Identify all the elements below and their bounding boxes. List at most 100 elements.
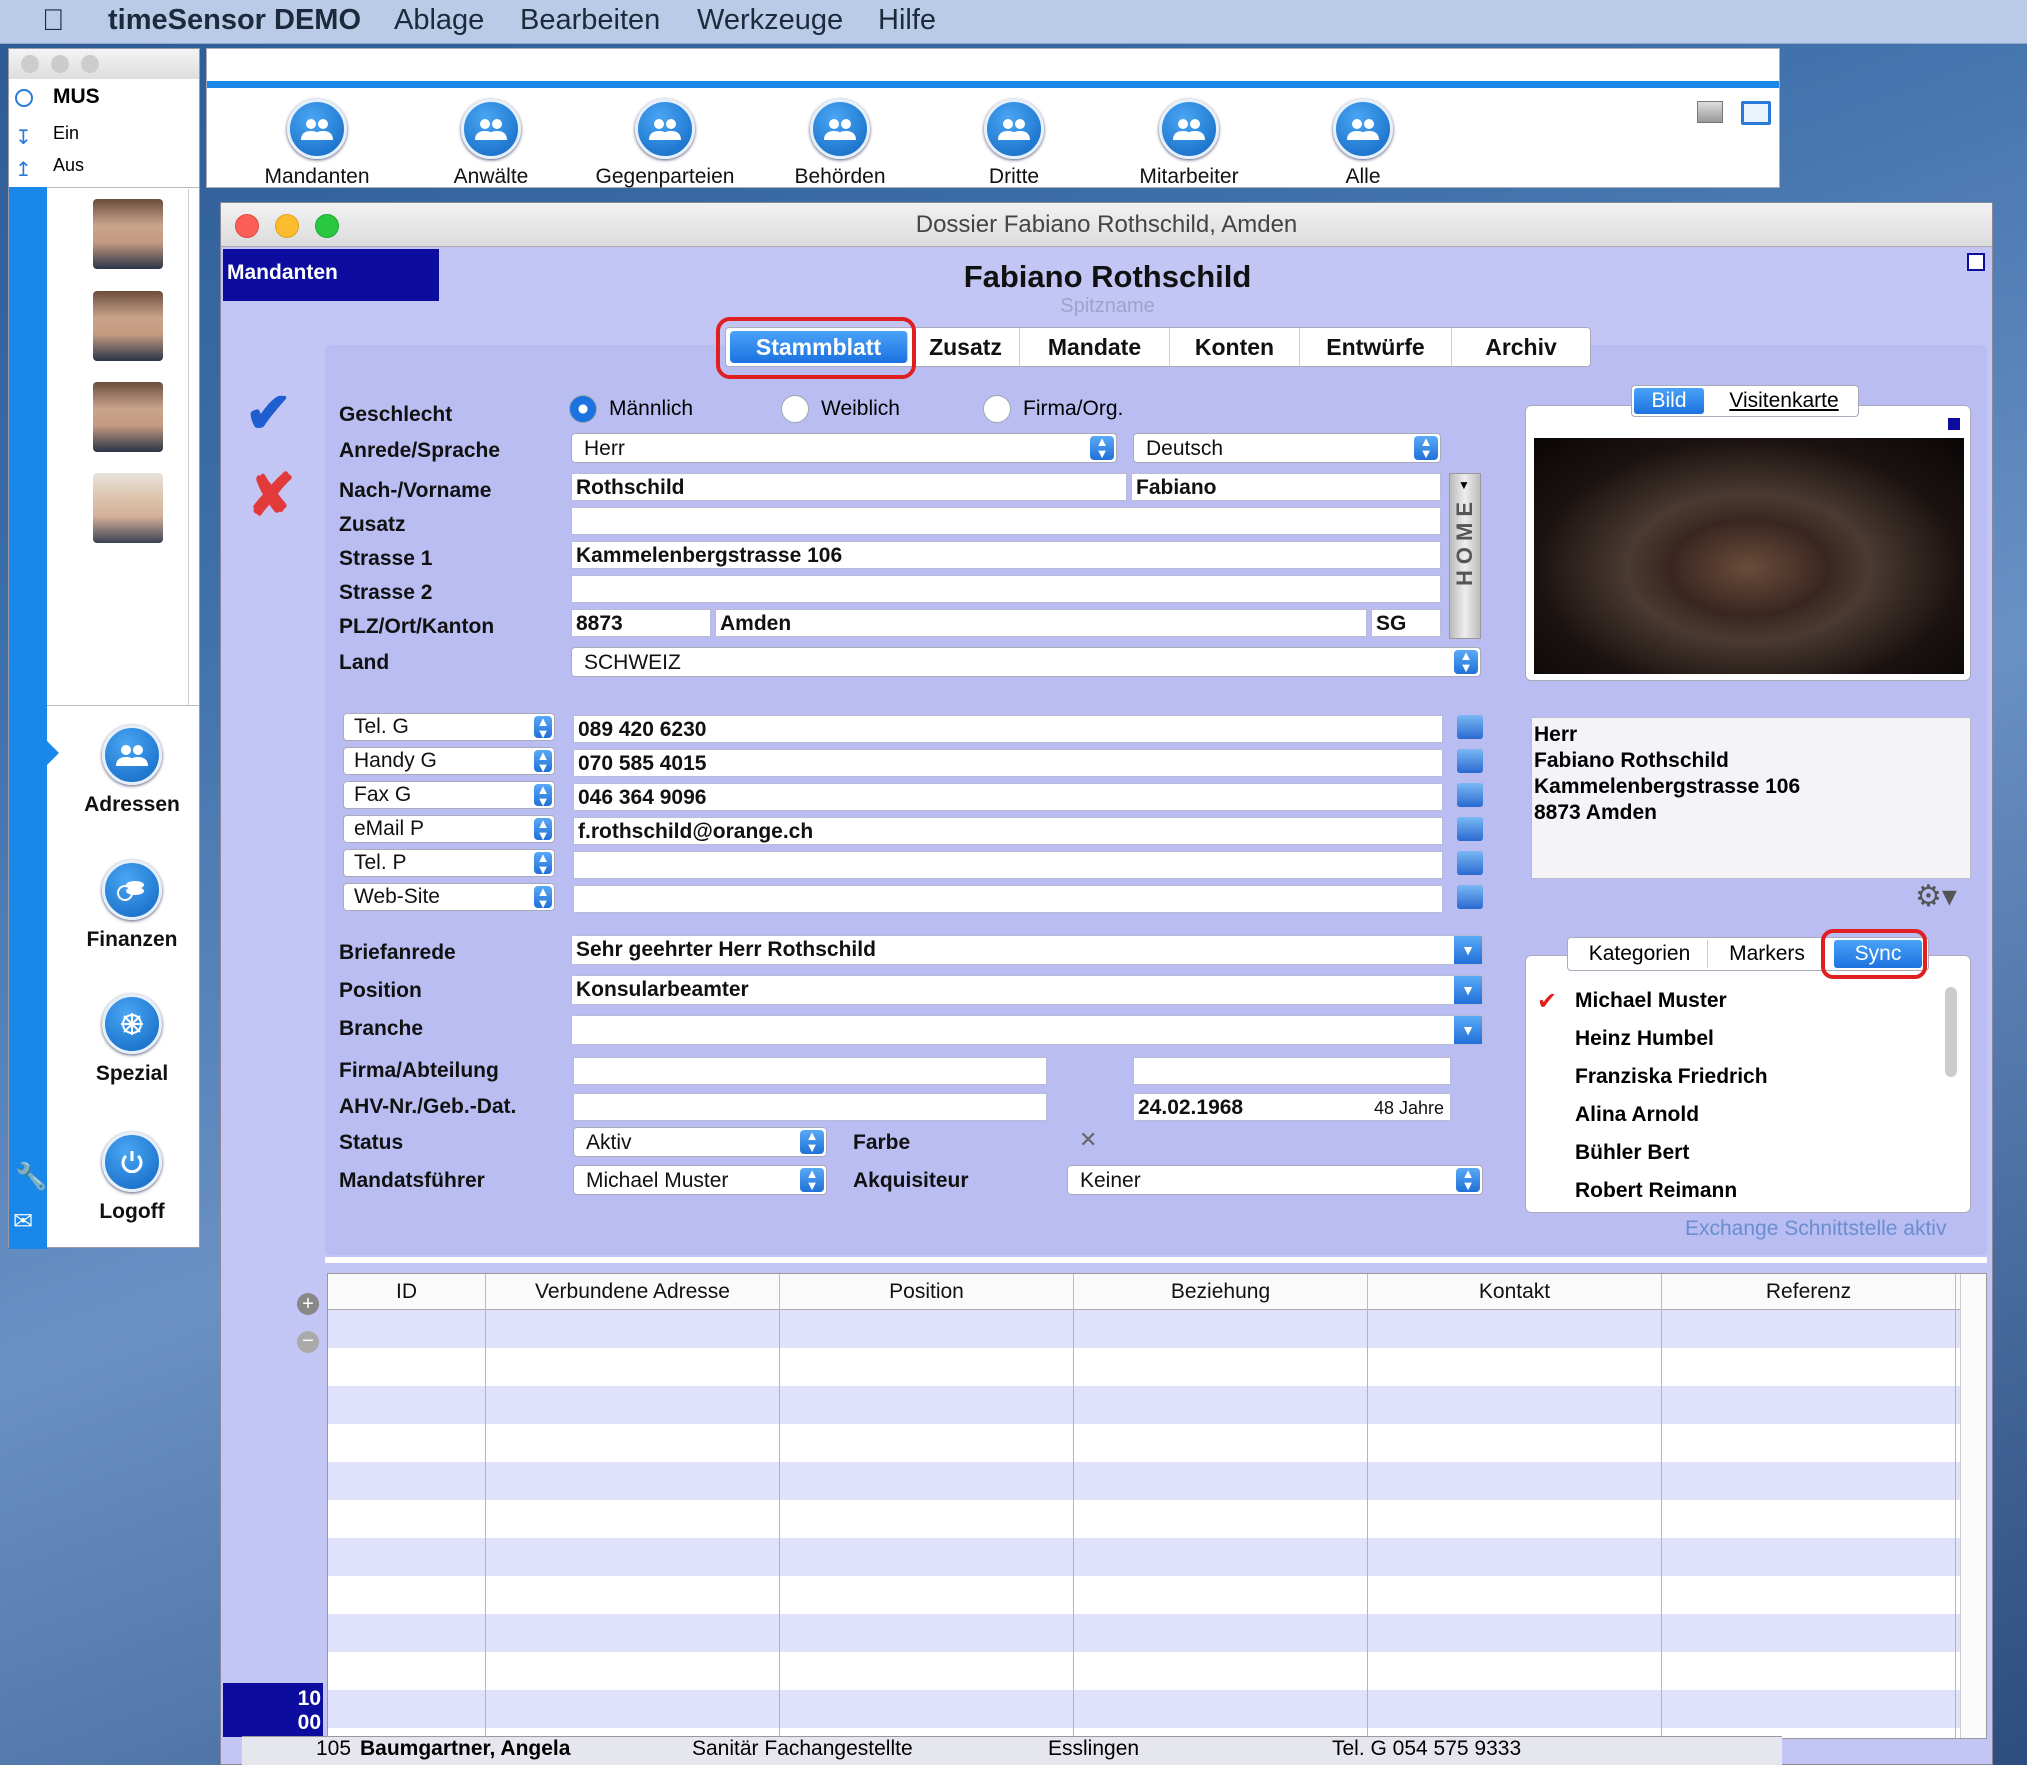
nickname-field[interactable]: Spitzname	[221, 295, 1994, 318]
last-name-field[interactable]: Rothschild	[571, 473, 1127, 501]
contact-type-select[interactable]: Tel. G ▲ ▼	[343, 713, 555, 741]
tab-entwuerfe[interactable]: Entwürfe	[1300, 328, 1452, 366]
apple-icon[interactable]: 	[42, 4, 65, 38]
table-row[interactable]	[328, 1690, 1960, 1728]
table-row[interactable]	[328, 1310, 1960, 1348]
nav-logoff[interactable]: Logoff	[57, 1132, 207, 1224]
first-name-field[interactable]: Fabiano	[1131, 473, 1441, 501]
clock-out-button[interactable]: Aus	[53, 155, 84, 176]
tab-konten[interactable]: Konten	[1170, 328, 1300, 366]
salutation-select[interactable]: Herr ▲ ▼	[571, 433, 1117, 463]
status-select[interactable]: Aktiv ▲ ▼	[573, 1127, 827, 1157]
table-row[interactable]	[328, 1538, 1960, 1576]
table-row[interactable]	[328, 1500, 1960, 1538]
contact-type-select[interactable]: Web-Site ▲ ▼	[343, 883, 555, 911]
column-header[interactable]: Beziehung	[1074, 1274, 1368, 1310]
contact-value-field[interactable]	[573, 851, 1443, 879]
contact-value-field[interactable]	[573, 885, 1443, 913]
branch-field[interactable]: ▼	[571, 1015, 1483, 1045]
checkmark-icon[interactable]: ✔	[245, 385, 292, 441]
tab-bild[interactable]: Bild	[1634, 388, 1704, 414]
table-row[interactable]	[328, 1386, 1960, 1424]
nav-adressen[interactable]: Adressen	[57, 725, 207, 817]
sync-list-item[interactable]: Alina Arnold	[1575, 1103, 1699, 1127]
column-header[interactable]: Kontakt	[1368, 1274, 1662, 1310]
radio-female[interactable]	[781, 395, 809, 423]
address-type-toggle[interactable]: ▼ HOME	[1449, 473, 1481, 639]
scrollbar[interactable]	[1960, 1274, 1986, 1738]
globe-icon[interactable]	[1457, 885, 1483, 909]
scrollbar[interactable]	[1945, 987, 1957, 1077]
add-icon[interactable]: +	[297, 1293, 319, 1315]
table-row[interactable]	[328, 1462, 1960, 1500]
sync-list-item[interactable]: Bühler Bert	[1575, 1141, 1689, 1165]
position-field[interactable]: Konsularbeamter ▼	[571, 975, 1483, 1005]
fax-icon[interactable]	[1457, 783, 1483, 807]
contact-photo[interactable]	[1534, 438, 1964, 674]
mail-icon[interactable]: ✉	[13, 1207, 33, 1236]
gear-icon[interactable]: ⚙▾	[1915, 879, 1957, 914]
tab-zusatz[interactable]: Zusatz	[912, 328, 1020, 366]
contact-type-select[interactable]: Handy G ▲ ▼	[343, 747, 555, 775]
language-select[interactable]: Deutsch ▲ ▼	[1133, 433, 1441, 463]
window-toggle-icon[interactable]	[1967, 253, 1985, 271]
menu-ablage[interactable]: Ablage	[394, 4, 484, 37]
table-row[interactable]	[328, 1652, 1960, 1690]
tab-markers[interactable]: Markers	[1708, 940, 1826, 968]
contact-type-select[interactable]: Fax G ▲ ▼	[343, 781, 555, 809]
contact-value-field[interactable]: f.rothschild@orange.ch	[573, 817, 1443, 845]
wrench-icon[interactable]: 🔧	[15, 1161, 47, 1192]
contact-value-field[interactable]: 070 585 4015	[573, 749, 1443, 777]
nav-spezial[interactable]: Spezial	[57, 994, 207, 1086]
zip-field[interactable]: 8873	[571, 609, 711, 637]
column-header[interactable]: Referenz	[1662, 1274, 1956, 1310]
table-row[interactable]	[328, 1348, 1960, 1386]
clock-in-button[interactable]: Ein	[53, 123, 79, 144]
sync-list-item[interactable]: Michael Muster	[1575, 989, 1727, 1013]
clear-color-icon[interactable]: ✕	[1079, 1127, 1097, 1153]
contact-type-select[interactable]: eMail P ▲ ▼	[343, 815, 555, 843]
column-header[interactable]: Position	[780, 1274, 1074, 1310]
nav-finanzen[interactable]: Finanzen	[57, 860, 207, 952]
ahv-field[interactable]	[573, 1093, 1047, 1121]
contact-value-field[interactable]: 089 420 6230	[573, 715, 1443, 743]
sync-list-item[interactable]: Heinz Humbel	[1575, 1027, 1714, 1051]
country-select[interactable]: SCHWEIZ ▲ ▼	[571, 647, 1481, 677]
tab-kategorien[interactable]: Kategorien	[1572, 940, 1708, 968]
company-field[interactable]	[573, 1057, 1047, 1085]
tab-archiv[interactable]: Archiv	[1452, 328, 1590, 366]
toolbar-gegenparteien-button[interactable]: Gegenparteien	[585, 99, 745, 189]
toolbar-alle-button[interactable]: Alle	[1283, 99, 1443, 189]
department-field[interactable]	[1133, 1057, 1451, 1085]
table-row[interactable]	[328, 1424, 1960, 1462]
manager-select[interactable]: Michael Muster ▲ ▼	[573, 1165, 827, 1195]
sync-list-item[interactable]: Robert Reimann	[1575, 1179, 1737, 1203]
toolbar-mandanten-button[interactable]: Mandanten	[237, 99, 397, 189]
tab-mandate[interactable]: Mandate	[1020, 328, 1170, 366]
remove-icon[interactable]: −	[297, 1331, 319, 1353]
radio-male[interactable]	[569, 395, 597, 423]
suffix-field[interactable]	[571, 507, 1441, 535]
list-view-icon[interactable]	[1697, 101, 1723, 123]
phone-book-icon[interactable]	[1457, 851, 1483, 875]
contact-type-select[interactable]: Tel. P ▲ ▼	[343, 849, 555, 877]
avatar[interactable]	[93, 382, 163, 452]
tab-visitenkarte[interactable]: Visitenkarte	[1712, 388, 1856, 414]
sync-list-item[interactable]: Franziska Friedrich	[1575, 1065, 1768, 1089]
contact-value-field[interactable]: 046 364 9096	[573, 783, 1443, 811]
menu-werkzeuge[interactable]: Werkzeuge	[697, 4, 843, 37]
acquisitor-select[interactable]: Keiner ▲ ▼	[1067, 1165, 1483, 1195]
radio-company[interactable]	[983, 395, 1011, 423]
photo-toggle-icon[interactable]	[1946, 416, 1962, 432]
menu-hilfe[interactable]: Hilfe	[878, 4, 936, 37]
cross-icon[interactable]: ✘	[247, 467, 296, 525]
city-field[interactable]: Amden	[715, 609, 1367, 637]
canton-field[interactable]: SG	[1371, 609, 1441, 637]
toolbar-dritte-button[interactable]: Dritte	[934, 99, 1094, 189]
table-row[interactable]	[328, 1576, 1960, 1614]
toolbar-behoerden-button[interactable]: Behörden	[760, 99, 920, 189]
app-name[interactable]: timeSensor DEMO	[108, 4, 361, 37]
street2-field[interactable]	[571, 575, 1441, 603]
email-icon[interactable]	[1457, 817, 1483, 841]
monitor-icon[interactable]	[1741, 101, 1771, 125]
